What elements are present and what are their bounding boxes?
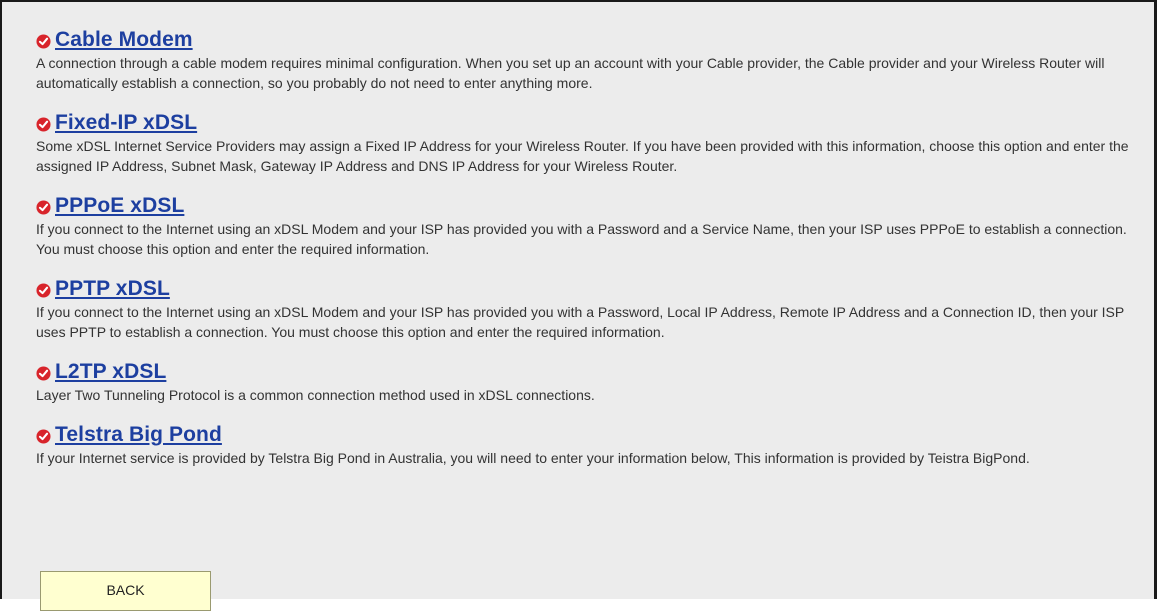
pppoe-xdsl-link[interactable]: PPPoE xDSL	[55, 194, 184, 218]
option-fixed-ip-xdsl: Fixed-IP xDSL Some xDSL Internet Service…	[36, 111, 1146, 176]
l2tp-xdsl-description: Layer Two Tunneling Protocol is a common…	[36, 387, 595, 403]
fixed-ip-xdsl-link[interactable]: Fixed-IP xDSL	[55, 111, 197, 135]
option-l2tp-xdsl: L2TP xDSL Layer Two Tunneling Protocol i…	[36, 360, 1146, 405]
red-check-circle-icon	[36, 365, 51, 381]
pptp-xdsl-description: If you connect to the Internet using an …	[36, 304, 1124, 340]
telstra-big-pond-description: If your Internet service is provided by …	[36, 450, 1030, 466]
option-title-row: Telstra Big Pond	[36, 423, 1146, 447]
red-check-circle-icon	[36, 33, 51, 49]
option-title-row: Cable Modem	[36, 28, 1146, 52]
connection-type-panel: Cable Modem A connection through a cable…	[0, 0, 1157, 611]
connection-options-list: Cable Modem A connection through a cable…	[36, 28, 1146, 486]
option-title-row: PPPoE xDSL	[36, 194, 1146, 218]
red-check-circle-icon	[36, 116, 51, 132]
option-title-row: PPTP xDSL	[36, 277, 1146, 301]
option-title-row: Fixed-IP xDSL	[36, 111, 1146, 135]
telstra-big-pond-link[interactable]: Telstra Big Pond	[55, 423, 222, 447]
option-cable-modem: Cable Modem A connection through a cable…	[36, 28, 1146, 93]
cable-modem-description: A connection through a cable modem requi…	[36, 55, 1105, 91]
option-pptp-xdsl: PPTP xDSL If you connect to the Internet…	[36, 277, 1146, 342]
option-telstra-big-pond: Telstra Big Pond If your Internet servic…	[36, 423, 1146, 468]
option-title-row: L2TP xDSL	[36, 360, 1146, 384]
cable-modem-link[interactable]: Cable Modem	[55, 28, 193, 52]
back-button[interactable]: BACK	[40, 571, 211, 611]
red-check-circle-icon	[36, 282, 51, 298]
red-check-circle-icon	[36, 199, 51, 215]
l2tp-xdsl-link[interactable]: L2TP xDSL	[55, 360, 166, 384]
fixed-ip-xdsl-description: Some xDSL Internet Service Providers may…	[36, 138, 1129, 174]
pppoe-xdsl-description: If you connect to the Internet using an …	[36, 221, 1127, 257]
pptp-xdsl-link[interactable]: PPTP xDSL	[55, 277, 170, 301]
red-check-circle-icon	[36, 428, 51, 444]
option-pppoe-xdsl: PPPoE xDSL If you connect to the Interne…	[36, 194, 1146, 259]
